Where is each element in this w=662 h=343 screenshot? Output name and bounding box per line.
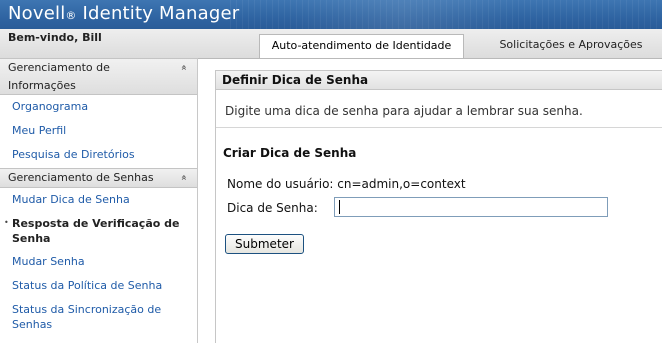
brand-registered-mark: ® <box>65 9 77 22</box>
collapse-icon[interactable]: « <box>177 172 189 183</box>
tab-bar: Bem-vindo, Bill Auto-atendimento de Iden… <box>0 29 662 59</box>
text-caret <box>339 200 340 214</box>
content-panel: Definir Dica de Senha Digite uma dica de… <box>215 70 662 343</box>
header-decoration <box>230 0 662 29</box>
sidebar-item-policy-status[interactable]: Status da Política de Senha <box>12 278 162 293</box>
sidebar-item-label-line1: Resposta de Verificação de <box>12 217 180 230</box>
app-header: Novell® Identity Manager <box>0 0 662 29</box>
brand-name: Novell <box>8 3 66 24</box>
sidebar-item-change-password[interactable]: Mudar Senha <box>12 254 85 269</box>
sidebar-item-label-line1: Status da Sincronização de <box>12 303 162 316</box>
tab-identity-self-service[interactable]: Auto-atendimento de Identidade <box>259 34 464 58</box>
sidebar-item-my-profile[interactable]: Meu Perfil <box>12 123 66 138</box>
section-password-management[interactable]: Gerenciamento de Senhas « <box>0 168 197 188</box>
section-title-line1: Gerenciamento de <box>8 61 110 74</box>
sidebar: Gerenciamento de Informações « Organogra… <box>0 58 198 343</box>
section-title: Gerenciamento de Senhas <box>8 171 154 184</box>
app-title: Novell® Identity Manager <box>8 3 239 24</box>
collapse-icon[interactable]: « <box>177 62 189 73</box>
intro-text: Digite uma dica de senha para ajudar a l… <box>225 104 583 118</box>
hint-label: Dica de Senha: <box>227 201 318 215</box>
sidebar-item-directory-search[interactable]: Pesquisa de Diretórios <box>12 147 135 162</box>
welcome-text: Bem-vindo, Bill <box>8 31 102 44</box>
form-title: Criar Dica de Senha <box>223 146 357 160</box>
product-name: Identity Manager <box>82 3 240 24</box>
password-hint-input[interactable] <box>334 197 608 217</box>
section-info-management[interactable]: Gerenciamento de Informações « <box>0 58 197 95</box>
page-title: Definir Dica de Senha <box>216 70 662 90</box>
username-label: Nome do usuário: cn=admin,o=context <box>227 177 466 191</box>
sidebar-item-challenge-response[interactable]: Resposta de Verificação de Senha <box>12 216 179 246</box>
sidebar-item-change-hint[interactable]: Mudar Dica de Senha <box>12 192 130 207</box>
sidebar-item-label-line2: Senha <box>12 232 51 245</box>
sidebar-item-sync-status[interactable]: Status da Sincronização de Senhas <box>12 302 161 332</box>
sidebar-item-org-chart[interactable]: Organograma <box>12 99 88 114</box>
tab-requests-approvals[interactable]: Solicitações e Aprovações <box>480 34 662 57</box>
submit-button[interactable]: Submeter <box>225 234 304 254</box>
active-bullet-icon: • <box>4 218 9 227</box>
section-title-line2: Informações <box>8 79 76 92</box>
sidebar-item-label-line2: Senhas <box>12 318 53 331</box>
divider <box>216 127 662 128</box>
